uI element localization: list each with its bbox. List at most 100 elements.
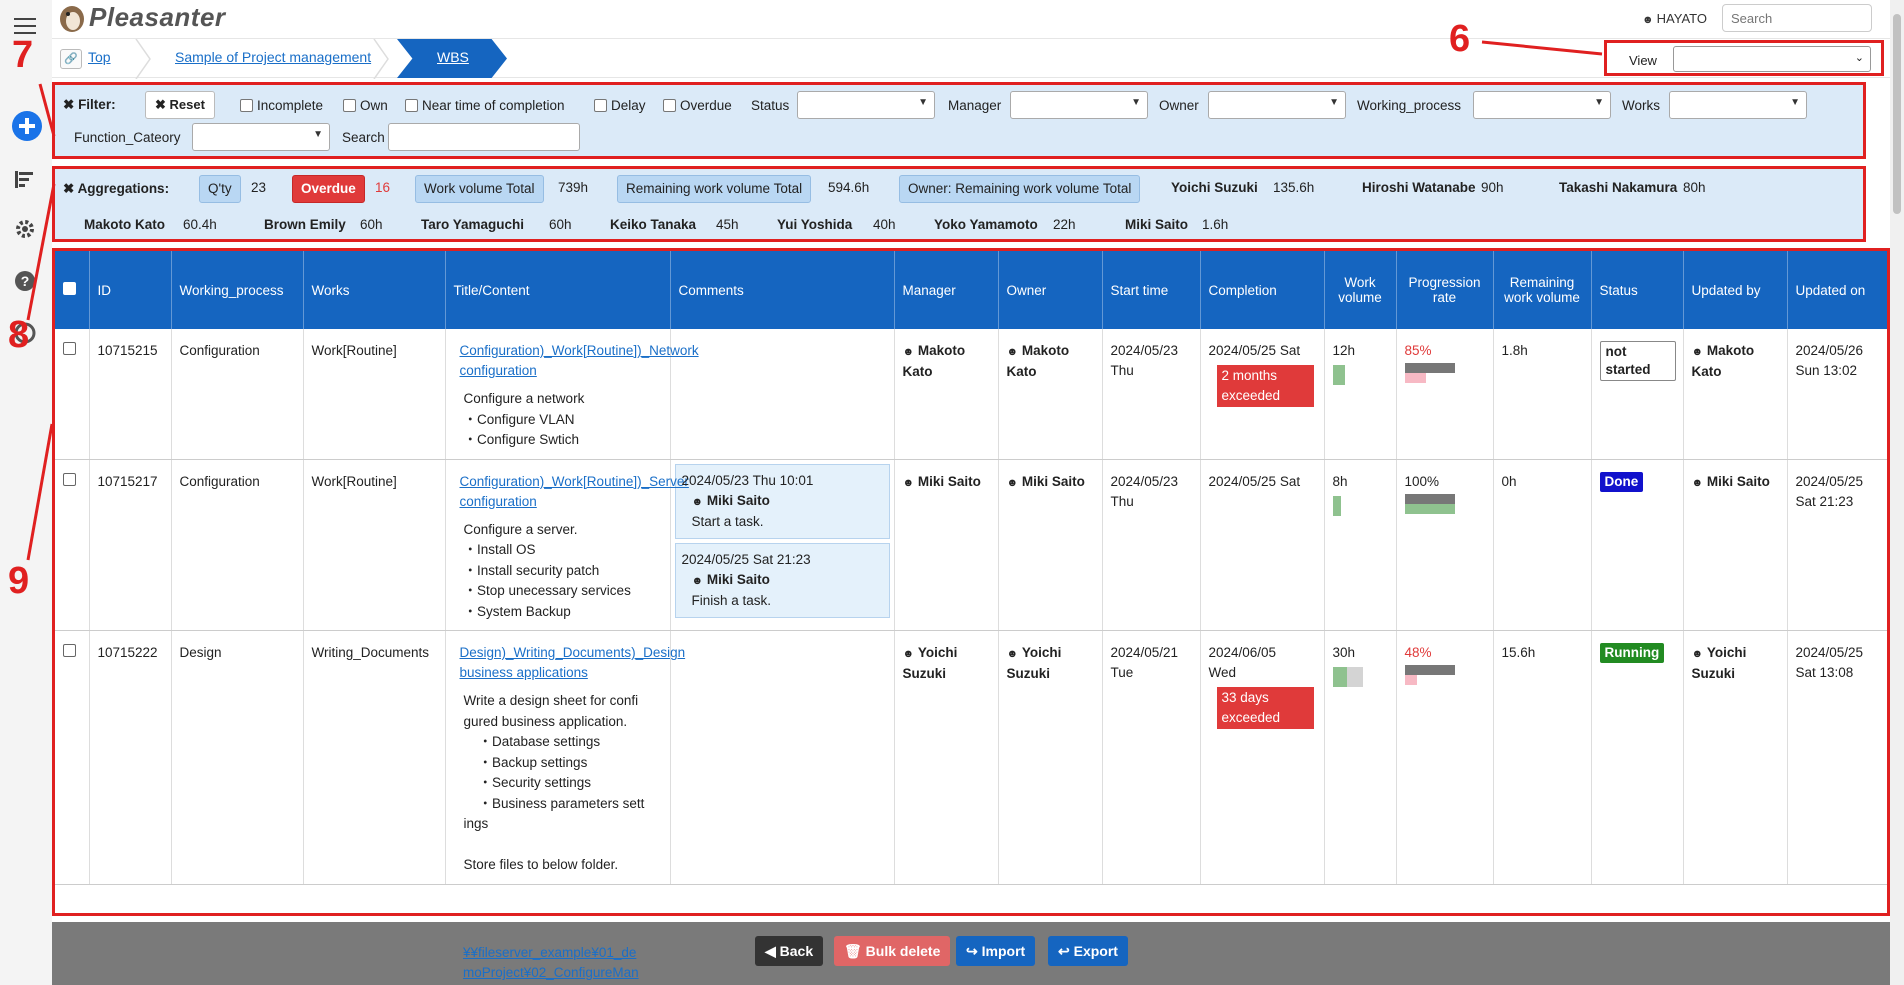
checkbox[interactable] bbox=[594, 99, 607, 112]
select-all-checkbox[interactable] bbox=[63, 282, 76, 295]
working-process-cell: Configuration bbox=[171, 459, 304, 631]
updated-by-cell: ☻ Miki Saito bbox=[1683, 459, 1788, 631]
remaining-pill[interactable]: Remaining work volume Total bbox=[617, 175, 812, 203]
title-link[interactable]: Configuration)_Work[Routine])_Server con… bbox=[460, 474, 689, 509]
column-header[interactable]: Works bbox=[303, 251, 446, 329]
view-select[interactable]: ⌄ bbox=[1673, 46, 1871, 72]
annotation-6: 6 bbox=[1449, 18, 1471, 60]
row-checkbox[interactable] bbox=[63, 644, 76, 657]
chevron-down-icon: ⌄ bbox=[1854, 52, 1864, 64]
row-checkbox[interactable] bbox=[63, 472, 76, 486]
filter-working-process-select[interactable]: ▼ bbox=[1473, 91, 1611, 119]
select-all-header[interactable] bbox=[55, 251, 90, 329]
column-header[interactable]: Work volume bbox=[1324, 251, 1397, 329]
table-row[interactable]: 10715215 Configuration Work[Routine] Config… bbox=[55, 329, 1887, 460]
breadcrumb-top[interactable]: Top bbox=[88, 49, 111, 65]
column-header[interactable]: Title/Content bbox=[445, 251, 671, 329]
user-icon: ☻ bbox=[902, 476, 915, 489]
owner-remaining-pill[interactable]: Owner: Remaining work volume Total bbox=[899, 175, 1141, 203]
column-header[interactable]: Working_process bbox=[171, 251, 304, 329]
checkbox[interactable] bbox=[240, 99, 253, 112]
work-volume-cell: 12h bbox=[1324, 329, 1397, 460]
filter-own[interactable]: Own bbox=[343, 98, 388, 113]
column-header[interactable]: Progression rate bbox=[1396, 251, 1494, 329]
reset-button[interactable]: ✖ Reset bbox=[145, 91, 215, 119]
column-header[interactable]: Start time bbox=[1102, 251, 1201, 329]
filter-owner-select[interactable]: ▼ bbox=[1208, 91, 1346, 119]
comment[interactable]: 2024/05/23 Thu 10:01 ☻ Miki Saito Start a … bbox=[674, 463, 890, 539]
filter-search-input[interactable] bbox=[388, 123, 580, 151]
checkbox[interactable] bbox=[405, 99, 418, 112]
filter-status-select[interactable]: ▼ bbox=[797, 91, 935, 119]
link-icon[interactable]: 🔗 bbox=[60, 49, 82, 69]
overflow-path-link[interactable]: ¥¥fileserver_example¥01_de moProject¥02_… bbox=[463, 943, 663, 983]
manager-name: Miki Saito bbox=[917, 473, 981, 489]
title-link[interactable]: Design)_Writing_Documents)_Design busine… bbox=[460, 645, 686, 680]
overdue-pill[interactable]: Overdue bbox=[292, 175, 365, 203]
breadcrumb-current[interactable]: WBS bbox=[397, 39, 507, 78]
row-select-cell[interactable] bbox=[55, 630, 90, 885]
column-header[interactable]: Updated on bbox=[1787, 251, 1887, 329]
scrollbar-thumb[interactable] bbox=[1893, 14, 1901, 214]
filter-overdue[interactable]: Overdue bbox=[663, 98, 732, 113]
id-cell: 10715215 bbox=[89, 329, 172, 460]
progress-bar bbox=[1404, 363, 1455, 385]
column-header[interactable]: Completion bbox=[1200, 251, 1325, 329]
app-logo[interactable]: Pleasanter bbox=[58, 2, 226, 33]
completion-cell: 2024/05/25 Sat bbox=[1200, 459, 1325, 631]
row-checkbox[interactable] bbox=[63, 342, 76, 355]
view-label: View bbox=[1629, 53, 1657, 68]
comment[interactable]: 2024/05/25 Sat 21:23 ☻ Miki Saito Finish a… bbox=[674, 542, 890, 618]
exceeded-badge: 33 days exceeded bbox=[1216, 687, 1314, 729]
header-search-input[interactable] bbox=[1722, 4, 1872, 32]
column-header[interactable]: Status bbox=[1591, 251, 1684, 329]
filter-works-select[interactable]: ▼ bbox=[1669, 91, 1807, 119]
owner-cell: ☻ Yoichi Suzuki bbox=[998, 630, 1103, 885]
remaining-cell: 1.8h bbox=[1493, 329, 1592, 460]
import-button[interactable]: ↪ Import bbox=[956, 936, 1036, 966]
bulk-delete-button[interactable]: 🗑 Bulk delete bbox=[834, 936, 951, 966]
filter-near-completion[interactable]: Near time of completion bbox=[405, 98, 565, 113]
column-header[interactable]: Owner bbox=[998, 251, 1103, 329]
filter-owner-label: Owner bbox=[1159, 98, 1199, 113]
column-header[interactable]: Remaining work volume bbox=[1493, 251, 1592, 329]
owner-name: Yoichi Suzuki bbox=[1171, 180, 1258, 195]
aggregations-title[interactable]: ✖ Aggregations: bbox=[63, 181, 169, 197]
header: Pleasanter ☻ HAYATO bbox=[52, 0, 1904, 38]
work-volume-pill[interactable]: Work volume Total bbox=[415, 175, 544, 203]
back-button[interactable]: ◀ Back bbox=[755, 936, 824, 966]
qty-pill[interactable]: Q'ty bbox=[199, 175, 241, 203]
export-button[interactable]: ↩ Export bbox=[1048, 936, 1128, 966]
updated-by-cell: ☻ Makoto Kato bbox=[1683, 329, 1788, 460]
progress-cell: 100% bbox=[1396, 459, 1494, 631]
user-icon: ☻ bbox=[691, 495, 704, 508]
column-header[interactable]: ID bbox=[89, 251, 172, 329]
data-grid: ID Working_process Works Title/Content C… bbox=[52, 248, 1890, 916]
checkbox[interactable] bbox=[343, 99, 356, 112]
row-select-cell[interactable] bbox=[55, 329, 90, 460]
filter-manager-select[interactable]: ▼ bbox=[1010, 91, 1148, 119]
user-name[interactable]: ☻ HAYATO bbox=[1642, 11, 1707, 26]
checkbox[interactable] bbox=[663, 99, 676, 112]
chevron-right-icon bbox=[135, 39, 151, 79]
breadcrumb-site[interactable]: Sample of Project management bbox=[175, 49, 371, 65]
comment-user: Miki Saito bbox=[706, 492, 770, 508]
column-header[interactable]: Comments bbox=[670, 251, 895, 329]
user-icon: ☻ bbox=[1006, 648, 1019, 660]
works-cell: Writing_Documents bbox=[303, 630, 446, 885]
filter-title[interactable]: ✖ Filter: bbox=[63, 97, 116, 113]
filter-function-category-select[interactable]: ▼ bbox=[192, 123, 330, 151]
comment-date: 2024/05/25 Sat 21:23 bbox=[681, 551, 811, 567]
works-cell: Work[Routine] bbox=[303, 329, 446, 460]
filter-delay[interactable]: Delay bbox=[594, 98, 646, 113]
table-row[interactable]: 10715222 Design Writing_Documents Design)_W… bbox=[55, 630, 1887, 885]
filter-incomplete[interactable]: Incomplete bbox=[240, 98, 323, 113]
scrollbar[interactable] bbox=[1890, 0, 1904, 985]
annotation-arrow bbox=[26, 423, 54, 561]
row-select-cell[interactable] bbox=[55, 459, 90, 631]
table-row[interactable]: 10715217 Configuration Work[Routine] Config… bbox=[55, 459, 1887, 631]
column-header[interactable]: Updated by bbox=[1683, 251, 1788, 329]
title-link[interactable]: Configuration)_Work[Routine])_Network co… bbox=[460, 343, 699, 378]
column-header[interactable]: Manager bbox=[894, 251, 999, 329]
user-icon: ☻ bbox=[1691, 346, 1704, 358]
